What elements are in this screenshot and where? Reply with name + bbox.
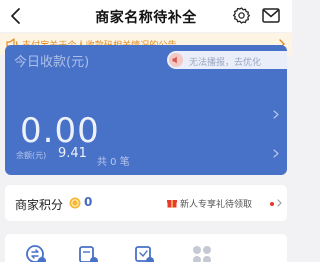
gift-icon bbox=[167, 200, 177, 208]
transaction-count: 共 0 笔 bbox=[97, 157, 130, 168]
receipt-icon[interactable] bbox=[133, 244, 155, 262]
coin-icon bbox=[69, 197, 81, 209]
today-income-amount: 0.00 bbox=[20, 111, 100, 151]
merchant-points-row[interactable]: 商家积分 0 新人专享礼待领取 bbox=[5, 185, 287, 221]
chevron-right-icon[interactable] bbox=[273, 110, 279, 119]
mail-icon[interactable] bbox=[262, 7, 280, 24]
balance-label: 余额(元) bbox=[16, 151, 47, 160]
voice-status-text: 无法播报，去优化 bbox=[189, 58, 262, 68]
points-value: 0 bbox=[84, 195, 93, 209]
chevron-right-icon[interactable] bbox=[277, 199, 282, 207]
transfer-icon[interactable] bbox=[25, 244, 47, 262]
new-user-gift-link[interactable]: 新人专享礼待领取 bbox=[180, 197, 252, 210]
speaker-muted-icon bbox=[172, 56, 177, 64]
bill-icon[interactable] bbox=[77, 244, 99, 262]
more-apps-icon[interactable] bbox=[191, 244, 213, 262]
points-label: 商家积分 bbox=[15, 198, 64, 212]
balance-value: 9.41 bbox=[58, 146, 87, 161]
income-card[interactable]: 今日收款(元) 无法播报，去优化 0.00 共 0 笔 余额(元) 9.41 bbox=[5, 45, 287, 175]
voice-broadcast-status[interactable]: 无法播报，去优化 bbox=[167, 51, 287, 69]
top-bar: 商家名称待补全 bbox=[0, 0, 292, 32]
chevron-right-icon[interactable] bbox=[273, 149, 279, 158]
quick-tools-grid bbox=[5, 234, 287, 262]
today-income-label: 今日收款(元) bbox=[14, 55, 90, 70]
gear-icon[interactable] bbox=[232, 6, 251, 25]
notification-dot bbox=[270, 202, 274, 206]
